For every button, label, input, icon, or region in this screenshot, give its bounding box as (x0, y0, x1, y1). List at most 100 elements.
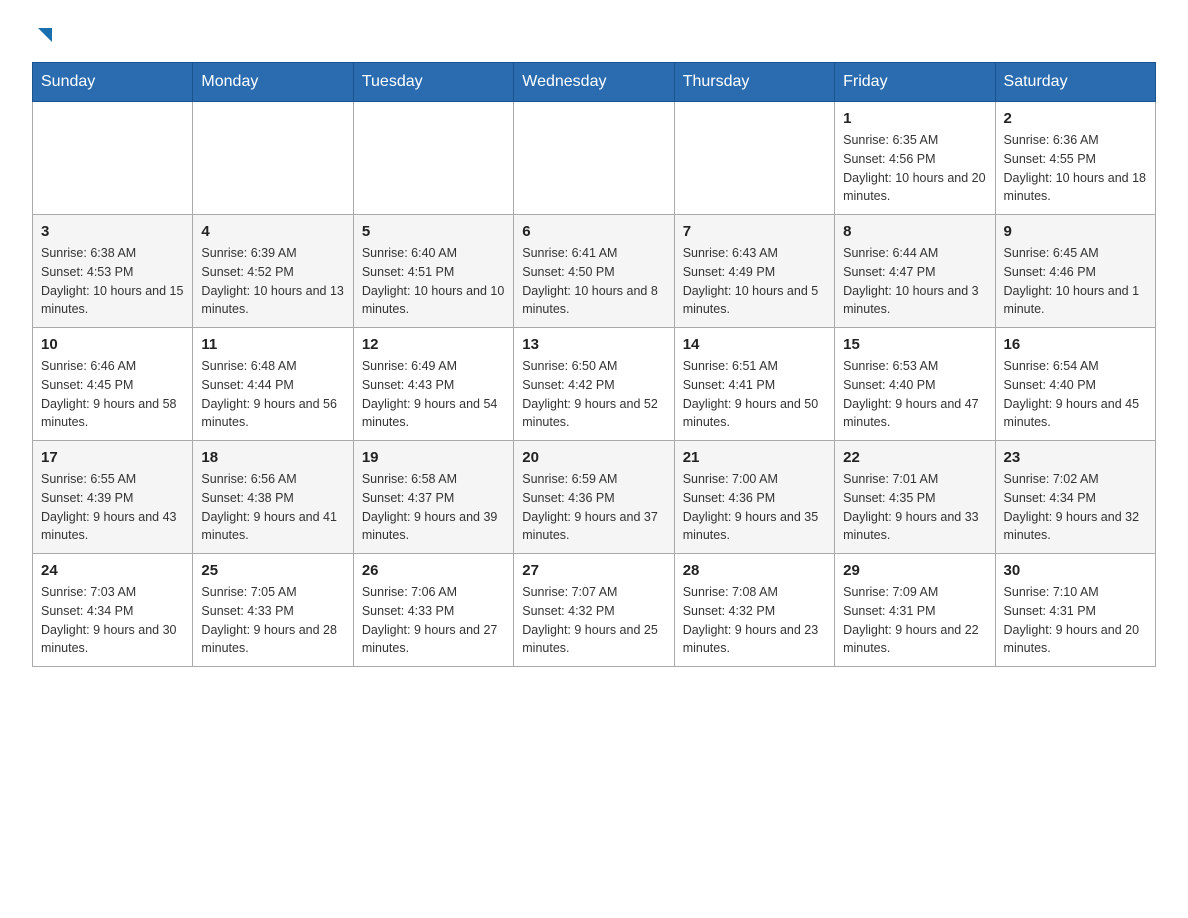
day-number: 28 (683, 562, 826, 579)
col-header-monday: Monday (193, 63, 353, 102)
day-info: Sunrise: 7:09 AM (843, 583, 986, 602)
calendar-cell: 7 Sunrise: 6:43 AMSunset: 4:49 PMDaylight… (674, 215, 834, 328)
day-info: Daylight: 9 hours and 37 minutes. (522, 508, 665, 546)
day-number: 10 (41, 336, 184, 353)
day-info: Daylight: 9 hours and 56 minutes. (201, 395, 344, 433)
day-info: Sunset: 4:51 PM (362, 263, 505, 282)
day-number: 6 (522, 223, 665, 240)
day-info: Sunrise: 6:40 AM (362, 244, 505, 263)
day-info: Daylight: 9 hours and 30 minutes. (41, 621, 184, 659)
day-info: Sunrise: 7:01 AM (843, 470, 986, 489)
day-number: 9 (1004, 223, 1147, 240)
day-info: Daylight: 9 hours and 27 minutes. (362, 621, 505, 659)
day-info: Sunset: 4:37 PM (362, 489, 505, 508)
calendar-cell: 14Sunrise: 6:51 AMSunset: 4:41 PMDayligh… (674, 328, 834, 441)
day-number: 12 (362, 336, 505, 353)
day-info: Sunrise: 7:00 AM (683, 470, 826, 489)
calendar-cell: 19Sunrise: 6:58 AMSunset: 4:37 PMDayligh… (353, 441, 513, 554)
day-info: Sunset: 4:31 PM (843, 602, 986, 621)
logo-triangle-icon (34, 24, 56, 46)
day-info: Daylight: 9 hours and 52 minutes. (522, 395, 665, 433)
calendar-cell: 12Sunrise: 6:49 AMSunset: 4:43 PMDayligh… (353, 328, 513, 441)
day-number: 18 (201, 449, 344, 466)
day-number: 27 (522, 562, 665, 579)
week-row-3: 10Sunrise: 6:46 AMSunset: 4:45 PMDayligh… (33, 328, 1156, 441)
day-info: Daylight: 10 hours and 1 minute. (1004, 282, 1147, 320)
calendar-cell: 28Sunrise: 7:08 AMSunset: 4:32 PMDayligh… (674, 554, 834, 667)
day-info: Sunrise: 6:36 AM (1004, 131, 1147, 150)
day-info: Sunset: 4:41 PM (683, 376, 826, 395)
day-info: Daylight: 9 hours and 23 minutes. (683, 621, 826, 659)
col-header-wednesday: Wednesday (514, 63, 674, 102)
day-number: 29 (843, 562, 986, 579)
day-info: Sunset: 4:40 PM (843, 376, 986, 395)
day-info: Sunrise: 6:48 AM (201, 357, 344, 376)
day-info: Sunset: 4:45 PM (41, 376, 184, 395)
calendar-cell: 23Sunrise: 7:02 AMSunset: 4:34 PMDayligh… (995, 441, 1155, 554)
day-info: Daylight: 10 hours and 18 minutes. (1004, 169, 1147, 207)
day-info: Sunset: 4:36 PM (522, 489, 665, 508)
day-info: Sunrise: 6:45 AM (1004, 244, 1147, 263)
day-info: Sunset: 4:31 PM (1004, 602, 1147, 621)
day-info: Sunrise: 6:59 AM (522, 470, 665, 489)
day-info: Sunset: 4:52 PM (201, 263, 344, 282)
day-info: Sunrise: 6:50 AM (522, 357, 665, 376)
calendar-cell: 13Sunrise: 6:50 AMSunset: 4:42 PMDayligh… (514, 328, 674, 441)
calendar-cell: 24Sunrise: 7:03 AMSunset: 4:34 PMDayligh… (33, 554, 193, 667)
day-info: Sunrise: 6:35 AM (843, 131, 986, 150)
calendar-cell: 11Sunrise: 6:48 AMSunset: 4:44 PMDayligh… (193, 328, 353, 441)
day-info: Daylight: 9 hours and 41 minutes. (201, 508, 344, 546)
day-info: Sunrise: 6:43 AM (683, 244, 826, 263)
day-info: Sunset: 4:53 PM (41, 263, 184, 282)
day-number: 21 (683, 449, 826, 466)
day-info: Sunset: 4:56 PM (843, 150, 986, 169)
day-info: Daylight: 9 hours and 58 minutes. (41, 395, 184, 433)
day-info: Sunset: 4:43 PM (362, 376, 505, 395)
calendar-table: SundayMondayTuesdayWednesdayThursdayFrid… (32, 62, 1156, 667)
day-number: 3 (41, 223, 184, 240)
calendar-cell: 8Sunrise: 6:44 AMSunset: 4:47 PMDaylight… (835, 215, 995, 328)
calendar-cell (33, 102, 193, 215)
day-info: Sunrise: 7:06 AM (362, 583, 505, 602)
calendar-cell: 4Sunrise: 6:39 AMSunset: 4:52 PMDaylight… (193, 215, 353, 328)
day-number: 2 (1004, 110, 1147, 127)
day-number: 4 (201, 223, 344, 240)
day-info: Sunrise: 7:08 AM (683, 583, 826, 602)
day-number: 26 (362, 562, 505, 579)
day-number: 1 (843, 110, 986, 127)
col-header-tuesday: Tuesday (353, 63, 513, 102)
day-info: Daylight: 9 hours and 35 minutes. (683, 508, 826, 546)
calendar-cell: 5Sunrise: 6:40 AMSunset: 4:51 PMDaylight… (353, 215, 513, 328)
calendar-cell: 18Sunrise: 6:56 AMSunset: 4:38 PMDayligh… (193, 441, 353, 554)
col-header-sunday: Sunday (33, 63, 193, 102)
day-number: 20 (522, 449, 665, 466)
day-number: 7 (683, 223, 826, 240)
day-info: Sunset: 4:42 PM (522, 376, 665, 395)
day-info: Daylight: 10 hours and 15 minutes. (41, 282, 184, 320)
day-info: Sunrise: 6:49 AM (362, 357, 505, 376)
day-info: Sunset: 4:49 PM (683, 263, 826, 282)
day-number: 11 (201, 336, 344, 353)
day-info: Sunset: 4:35 PM (843, 489, 986, 508)
calendar-cell: 15Sunrise: 6:53 AMSunset: 4:40 PMDayligh… (835, 328, 995, 441)
day-info: Daylight: 9 hours and 20 minutes. (1004, 621, 1147, 659)
day-info: Daylight: 9 hours and 32 minutes. (1004, 508, 1147, 546)
day-info: Daylight: 10 hours and 5 minutes. (683, 282, 826, 320)
day-info: Sunrise: 6:38 AM (41, 244, 184, 263)
day-info: Sunrise: 6:41 AM (522, 244, 665, 263)
calendar-cell: 17Sunrise: 6:55 AMSunset: 4:39 PMDayligh… (33, 441, 193, 554)
day-number: 19 (362, 449, 505, 466)
day-info: Sunset: 4:55 PM (1004, 150, 1147, 169)
day-info: Daylight: 10 hours and 10 minutes. (362, 282, 505, 320)
day-info: Sunset: 4:38 PM (201, 489, 344, 508)
calendar-cell (353, 102, 513, 215)
day-info: Sunrise: 7:10 AM (1004, 583, 1147, 602)
day-info: Sunset: 4:33 PM (362, 602, 505, 621)
day-number: 23 (1004, 449, 1147, 466)
calendar-cell: 22Sunrise: 7:01 AMSunset: 4:35 PMDayligh… (835, 441, 995, 554)
day-info: Sunrise: 6:55 AM (41, 470, 184, 489)
day-info: Sunset: 4:50 PM (522, 263, 665, 282)
week-row-5: 24Sunrise: 7:03 AMSunset: 4:34 PMDayligh… (33, 554, 1156, 667)
day-info: Sunrise: 6:58 AM (362, 470, 505, 489)
day-info: Sunrise: 6:46 AM (41, 357, 184, 376)
